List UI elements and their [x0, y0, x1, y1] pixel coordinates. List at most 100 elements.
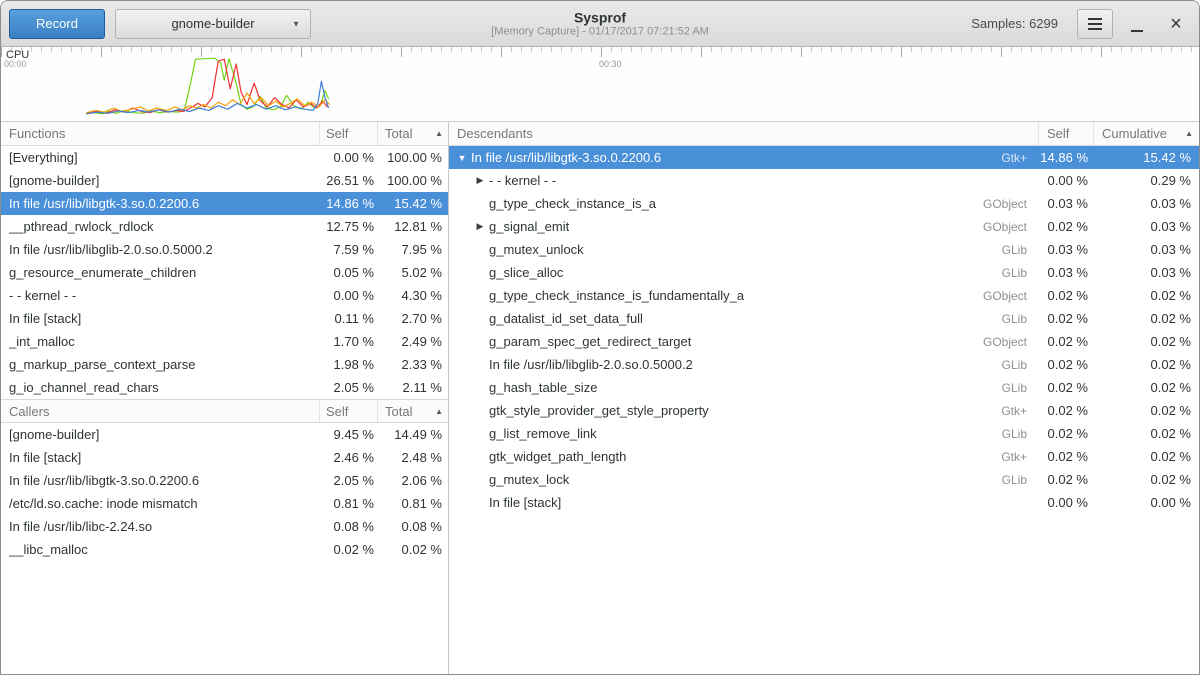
close-button[interactable]: ×: [1161, 9, 1191, 39]
total-percent: 14.49 %: [378, 427, 448, 442]
function-name-cell: - - kernel - -: [1, 288, 320, 303]
record-button[interactable]: Record: [9, 9, 105, 39]
function-row[interactable]: In file /usr/lib/libgtk-3.so.0.2200.6 14…: [1, 192, 448, 215]
indent-spacer: [453, 249, 471, 250]
column-label: Cumulative: [1102, 126, 1167, 141]
descendant-row[interactable]: g_hash_table_size GLib 0.02 % 0.02 %: [449, 376, 1199, 399]
indent-spacer: [453, 180, 471, 181]
sort-indicator-icon: ▲: [435, 407, 443, 416]
descendants-self-column-header[interactable]: Self: [1039, 122, 1094, 145]
function-name: _int_malloc: [9, 334, 75, 349]
menu-button[interactable]: [1077, 9, 1113, 39]
descendants-column-header[interactable]: Descendants: [449, 122, 1039, 145]
indent-spacer: [453, 364, 471, 365]
cumulative-percent: 0.03 %: [1094, 219, 1199, 234]
functions-column-header[interactable]: Functions: [1, 122, 320, 145]
function-name-cell: g_param_spec_get_redirect_target: [449, 334, 929, 349]
function-name-cell: In file [stack]: [1, 311, 320, 326]
descendant-row[interactable]: g_type_check_instance_is_fundamentally_a…: [449, 284, 1199, 307]
function-name-cell: g_resource_enumerate_children: [1, 265, 320, 280]
descendant-row[interactable]: g_list_remove_link GLib 0.02 % 0.02 %: [449, 422, 1199, 445]
library-category: GObject: [929, 220, 1039, 234]
function-row[interactable]: In file [stack] 0.11 % 2.70 %: [1, 307, 448, 330]
callers-header-row: Callers Self Total ▲: [1, 399, 448, 423]
caller-row[interactable]: /etc/ld.so.cache: inode mismatch 0.81 % …: [1, 492, 448, 515]
function-row[interactable]: - - kernel - - 0.00 % 4.30 %: [1, 284, 448, 307]
library-category: GLib: [929, 473, 1039, 487]
self-percent: 0.08 %: [320, 519, 378, 534]
function-row[interactable]: [gnome-builder] 26.51 % 100.00 %: [1, 169, 448, 192]
descendants-pane: Descendants Self Cumulative ▲ ▼ In file …: [449, 122, 1199, 674]
caller-row[interactable]: In file /usr/lib/libgtk-3.so.0.2200.6 2.…: [1, 469, 448, 492]
functions-list: [Everything] 0.00 % 100.00 % [gnome-buil…: [1, 146, 448, 399]
callers-column-header[interactable]: Callers: [1, 400, 320, 422]
functions-self-column-header[interactable]: Self: [320, 122, 378, 145]
function-name-cell: g_type_check_instance_is_a: [449, 196, 929, 211]
descendant-row[interactable]: gtk_widget_path_length Gtk+ 0.02 % 0.02 …: [449, 445, 1199, 468]
descendant-row[interactable]: g_slice_alloc GLib 0.03 % 0.03 %: [449, 261, 1199, 284]
function-name: g_type_check_instance_is_fundamentally_a: [489, 288, 744, 303]
descendant-row[interactable]: gtk_style_provider_get_style_property Gt…: [449, 399, 1199, 422]
function-name: /etc/ld.so.cache: inode mismatch: [9, 496, 198, 511]
self-percent: 0.00 %: [320, 150, 378, 165]
caller-row[interactable]: [gnome-builder] 9.45 % 14.49 %: [1, 423, 448, 446]
descendant-row[interactable]: ▶ g_signal_emit GObject 0.02 % 0.03 %: [449, 215, 1199, 238]
expander-icon[interactable]: ▶: [471, 175, 489, 186]
descendant-row[interactable]: g_param_spec_get_redirect_target GObject…: [449, 330, 1199, 353]
self-percent: 0.02 %: [1039, 311, 1094, 326]
callers-list: [gnome-builder] 9.45 % 14.49 % In file […: [1, 423, 448, 561]
function-row[interactable]: In file /usr/lib/libglib-2.0.so.0.5000.2…: [1, 238, 448, 261]
self-percent: 0.02 %: [1039, 357, 1094, 372]
function-name-cell: In file /usr/lib/libglib-2.0.so.0.5000.2: [1, 242, 320, 257]
function-name: g_signal_emit: [489, 219, 569, 234]
caller-row[interactable]: __libc_malloc 0.02 % 0.02 %: [1, 538, 448, 561]
total-percent: 2.48 %: [378, 450, 448, 465]
function-name-cell: [gnome-builder]: [1, 427, 320, 442]
descendant-row[interactable]: g_datalist_id_set_data_full GLib 0.02 % …: [449, 307, 1199, 330]
function-row[interactable]: [Everything] 0.00 % 100.00 %: [1, 146, 448, 169]
function-name: In file [stack]: [9, 450, 81, 465]
expander-icon[interactable]: ▼: [453, 153, 471, 163]
cumulative-percent: 15.42 %: [1094, 150, 1199, 165]
self-percent: 1.70 %: [320, 334, 378, 349]
function-row[interactable]: g_io_channel_read_chars 2.05 % 2.11 %: [1, 376, 448, 399]
expander-icon[interactable]: ▶: [471, 221, 489, 232]
descendant-row[interactable]: In file [stack] 0.00 % 0.00 %: [449, 491, 1199, 514]
caller-row[interactable]: In file /usr/lib/libc-2.24.so 0.08 % 0.0…: [1, 515, 448, 538]
function-row[interactable]: _int_malloc 1.70 % 2.49 %: [1, 330, 448, 353]
caller-row[interactable]: In file [stack] 2.46 % 2.48 %: [1, 446, 448, 469]
function-name: [gnome-builder]: [9, 427, 99, 442]
samples-count: Samples: 6299: [971, 16, 1058, 31]
descendant-row[interactable]: g_mutex_lock GLib 0.02 % 0.02 %: [449, 468, 1199, 491]
left-pane: Functions Self Total ▲ [Everything] 0.00…: [1, 122, 449, 674]
cpu-timeline[interactable]: CPU 00:00 00:30: [1, 47, 1199, 122]
total-percent: 2.11 %: [378, 380, 448, 395]
function-row[interactable]: g_markup_parse_context_parse 1.98 % 2.33…: [1, 353, 448, 376]
function-name: In file /usr/lib/libgtk-3.so.0.2200.6: [9, 473, 199, 488]
minimize-button[interactable]: [1122, 9, 1152, 39]
descendants-cumulative-column-header[interactable]: Cumulative ▲: [1094, 122, 1199, 145]
total-percent: 15.42 %: [378, 196, 448, 211]
function-row[interactable]: __pthread_rwlock_rdlock 12.75 % 12.81 %: [1, 215, 448, 238]
self-percent: 7.59 %: [320, 242, 378, 257]
callers-total-column-header[interactable]: Total ▲: [378, 400, 448, 422]
cumulative-percent: 0.02 %: [1094, 449, 1199, 464]
library-category: GLib: [929, 427, 1039, 441]
self-percent: 12.75 %: [320, 219, 378, 234]
self-percent: 0.03 %: [1039, 242, 1094, 257]
process-selector[interactable]: gnome-builder ▼: [115, 9, 311, 39]
chevron-down-icon: ▼: [292, 19, 300, 28]
function-name-cell: __pthread_rwlock_rdlock: [1, 219, 320, 234]
function-name-cell: In file /usr/lib/libglib-2.0.so.0.5000.2: [449, 357, 929, 372]
callgraph-panes: Functions Self Total ▲ [Everything] 0.00…: [1, 122, 1199, 674]
function-row[interactable]: g_resource_enumerate_children 0.05 % 5.0…: [1, 261, 448, 284]
functions-total-column-header[interactable]: Total ▲: [378, 122, 448, 145]
callers-self-column-header[interactable]: Self: [320, 400, 378, 422]
descendant-row[interactable]: g_type_check_instance_is_a GObject 0.03 …: [449, 192, 1199, 215]
descendant-row[interactable]: g_mutex_unlock GLib 0.03 % 0.03 %: [449, 238, 1199, 261]
total-percent: 5.02 %: [378, 265, 448, 280]
descendant-row[interactable]: ▶ - - kernel - - 0.00 % 0.29 %: [449, 169, 1199, 192]
descendant-row[interactable]: ▼ In file /usr/lib/libgtk-3.so.0.2200.6 …: [449, 146, 1199, 169]
descendant-row[interactable]: In file /usr/lib/libglib-2.0.so.0.5000.2…: [449, 353, 1199, 376]
library-category: GLib: [929, 243, 1039, 257]
